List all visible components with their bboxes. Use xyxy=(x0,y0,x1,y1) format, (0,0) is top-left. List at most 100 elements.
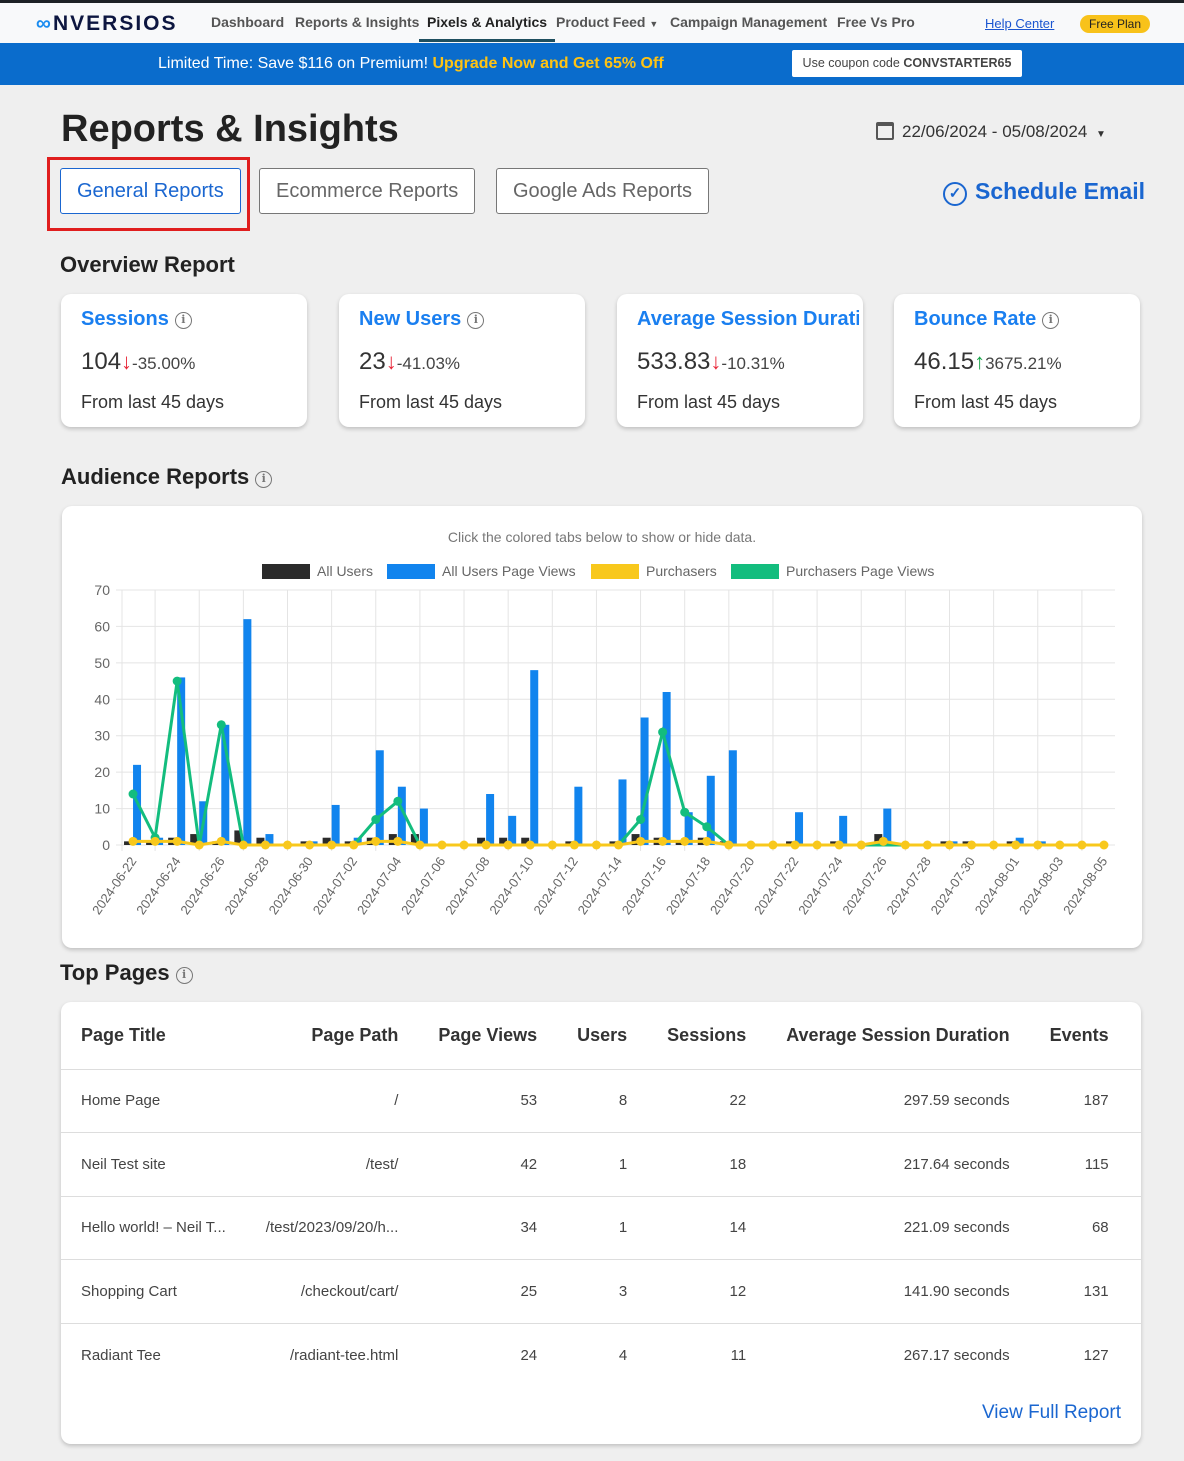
date-range-value: 22/06/2024 - 05/08/2024 xyxy=(902,122,1088,141)
kpi-value-row: 23↓-41.03% xyxy=(359,348,460,376)
point-purchasers xyxy=(945,840,954,850)
point-purchasers xyxy=(614,840,623,850)
table-cell: 24 xyxy=(418,1322,558,1387)
nav-reports-insights[interactable]: Reports & Insights xyxy=(295,14,419,30)
promo-message: Limited Time: Save $116 on Premium! xyxy=(158,55,429,72)
kpi-value-row: 104↓-35.00% xyxy=(81,348,195,376)
column-header[interactable]: Page Path xyxy=(246,1002,419,1069)
legend-item-purchasers-page-views[interactable]: Purchasers Page Views xyxy=(731,563,934,579)
info-icon[interactable]: i xyxy=(1042,312,1060,329)
point-purchasers xyxy=(922,840,932,850)
y-tick-label: 70 xyxy=(94,582,110,598)
table-cell: /test/2023/09/20/h... xyxy=(245,1195,419,1260)
column-header[interactable]: Bo xyxy=(1129,1002,1141,1069)
table-cell xyxy=(1128,1132,1141,1196)
date-range-picker[interactable]: 22/06/2024 - 05/08/2024 ▼ xyxy=(876,122,1106,142)
legend-swatch xyxy=(591,564,639,579)
point-purchasers-page-views xyxy=(172,676,182,686)
legend-item-all-users[interactable]: All Users xyxy=(262,563,373,579)
point-purchasers xyxy=(525,840,535,850)
point-purchasers xyxy=(967,840,977,850)
upgrade-link[interactable]: Upgrade Now and Get 65% Off xyxy=(433,55,664,72)
table-cell: 297.59 seconds xyxy=(766,1068,1030,1133)
nav-pixels-analytics[interactable]: Pixels & Analytics xyxy=(419,14,556,42)
point-purchasers xyxy=(680,836,690,846)
column-header[interactable]: Average Session Duration xyxy=(766,1002,1029,1069)
point-purchasers-page-views xyxy=(636,815,646,824)
bar-all-users-page-views xyxy=(486,794,495,845)
point-purchasers xyxy=(216,836,226,846)
bar-all-users-page-views xyxy=(419,808,428,845)
chart-hint: Click the colored tabs below to show or … xyxy=(448,529,756,545)
promo-text: Limited Time: Save $116 on Premium! Upgr… xyxy=(158,55,664,73)
x-tick-label: 2024-07-28 xyxy=(883,854,933,917)
tab-ecommerce-reports[interactable]: Ecommerce Reports xyxy=(259,168,476,214)
table-cell: 22 xyxy=(647,1068,767,1133)
table-cell: 34 xyxy=(418,1195,558,1260)
x-tick-label: 2024-07-24 xyxy=(795,854,845,917)
nav-product-feed-label: Product Feed xyxy=(556,14,646,30)
table-cell: 1 xyxy=(557,1132,648,1196)
table-cell: Shopping Cart xyxy=(61,1259,246,1323)
x-tick-label: 2024-07-06 xyxy=(398,854,448,917)
legend-label: All Users Page Views xyxy=(442,563,576,579)
point-purchasers-page-views xyxy=(128,789,138,799)
column-header[interactable]: Page Title xyxy=(61,1002,246,1069)
point-purchasers xyxy=(636,836,646,846)
legend-item-purchasers[interactable]: Purchasers xyxy=(591,563,717,579)
column-header[interactable]: Events xyxy=(1030,1002,1129,1069)
help-center-link[interactable]: Help Center xyxy=(985,16,1054,31)
point-purchasers xyxy=(1077,840,1087,850)
arrow-up-icon: ↑ xyxy=(974,349,986,374)
point-purchasers xyxy=(371,836,381,846)
y-tick-label: 50 xyxy=(94,655,110,671)
column-header[interactable]: Sessions xyxy=(647,1002,766,1069)
info-icon[interactable]: i xyxy=(174,312,192,329)
conversios-logo[interactable]: ∞NVERSIOS xyxy=(36,12,178,36)
table-cell: 1 xyxy=(557,1195,648,1260)
bar-all-users-page-views xyxy=(839,815,848,845)
info-icon[interactable]: i xyxy=(467,312,485,329)
info-icon[interactable]: i xyxy=(175,967,193,984)
column-header[interactable]: Page Views xyxy=(418,1002,557,1069)
legend-swatch xyxy=(387,564,435,579)
table-cell: 68 xyxy=(1029,1195,1129,1260)
point-purchasers-page-views xyxy=(680,807,690,817)
point-purchasers xyxy=(481,840,491,850)
table-cell xyxy=(1128,1195,1141,1260)
caret-down-icon: ▼ xyxy=(649,19,659,29)
table-cell: 42 xyxy=(418,1132,558,1196)
view-full-report-link[interactable]: View Full Report xyxy=(982,1402,1121,1424)
kpi-footer: From last 45 days xyxy=(359,392,503,412)
table-cell: 141.90 seconds xyxy=(766,1259,1030,1323)
schedule-email-button[interactable]: ✓ Schedule Email xyxy=(943,178,1145,206)
nav-dashboard[interactable]: Dashboard xyxy=(211,14,284,30)
table-cell: Radiant Tee xyxy=(61,1322,246,1387)
top-pages-table: Page Title Page Path Page Views Users Sessio… xyxy=(61,1002,1141,1387)
point-purchasers-page-views xyxy=(658,727,668,737)
bar-all-users-page-views xyxy=(728,750,737,845)
point-purchasers xyxy=(878,836,888,846)
point-purchasers xyxy=(591,840,601,850)
table-cell: 25 xyxy=(418,1259,558,1323)
free-plan-badge[interactable]: Free Plan xyxy=(1080,15,1151,33)
column-header[interactable]: Users xyxy=(557,1002,647,1069)
x-tick-label: 2024-06-30 xyxy=(266,854,316,917)
caret-down-icon: ▼ xyxy=(1096,129,1106,140)
tab-general-reports[interactable]: General Reports xyxy=(60,168,241,214)
top-pages-card: Page Title Page Path Page Views Users Sessio… xyxy=(61,1002,1141,1444)
nav-campaign-management[interactable]: Campaign Management xyxy=(670,14,827,30)
point-purchasers xyxy=(834,840,844,850)
table-row: Home Page/53 8 22 297.59 seconds 187 xyxy=(61,1068,1141,1133)
table-cell: / xyxy=(245,1068,419,1133)
nav-free-vs-pro[interactable]: Free Vs Pro xyxy=(837,14,915,30)
nav-product-feed[interactable]: Product Feed ▼ xyxy=(556,14,658,30)
x-tick-label: 2024-06-24 xyxy=(133,854,183,917)
kpi-title-text: Average Session Duration xyxy=(637,308,859,330)
tab-google-ads-reports[interactable]: Google Ads Reports xyxy=(496,168,709,214)
legend-item-all-users-page-views[interactable]: All Users Page Views xyxy=(387,563,576,579)
x-tick-label: 2024-07-30 xyxy=(928,854,978,917)
info-icon[interactable]: i xyxy=(255,471,273,488)
point-purchasers xyxy=(1033,840,1043,850)
table-cell: Neil Test site xyxy=(61,1132,246,1196)
